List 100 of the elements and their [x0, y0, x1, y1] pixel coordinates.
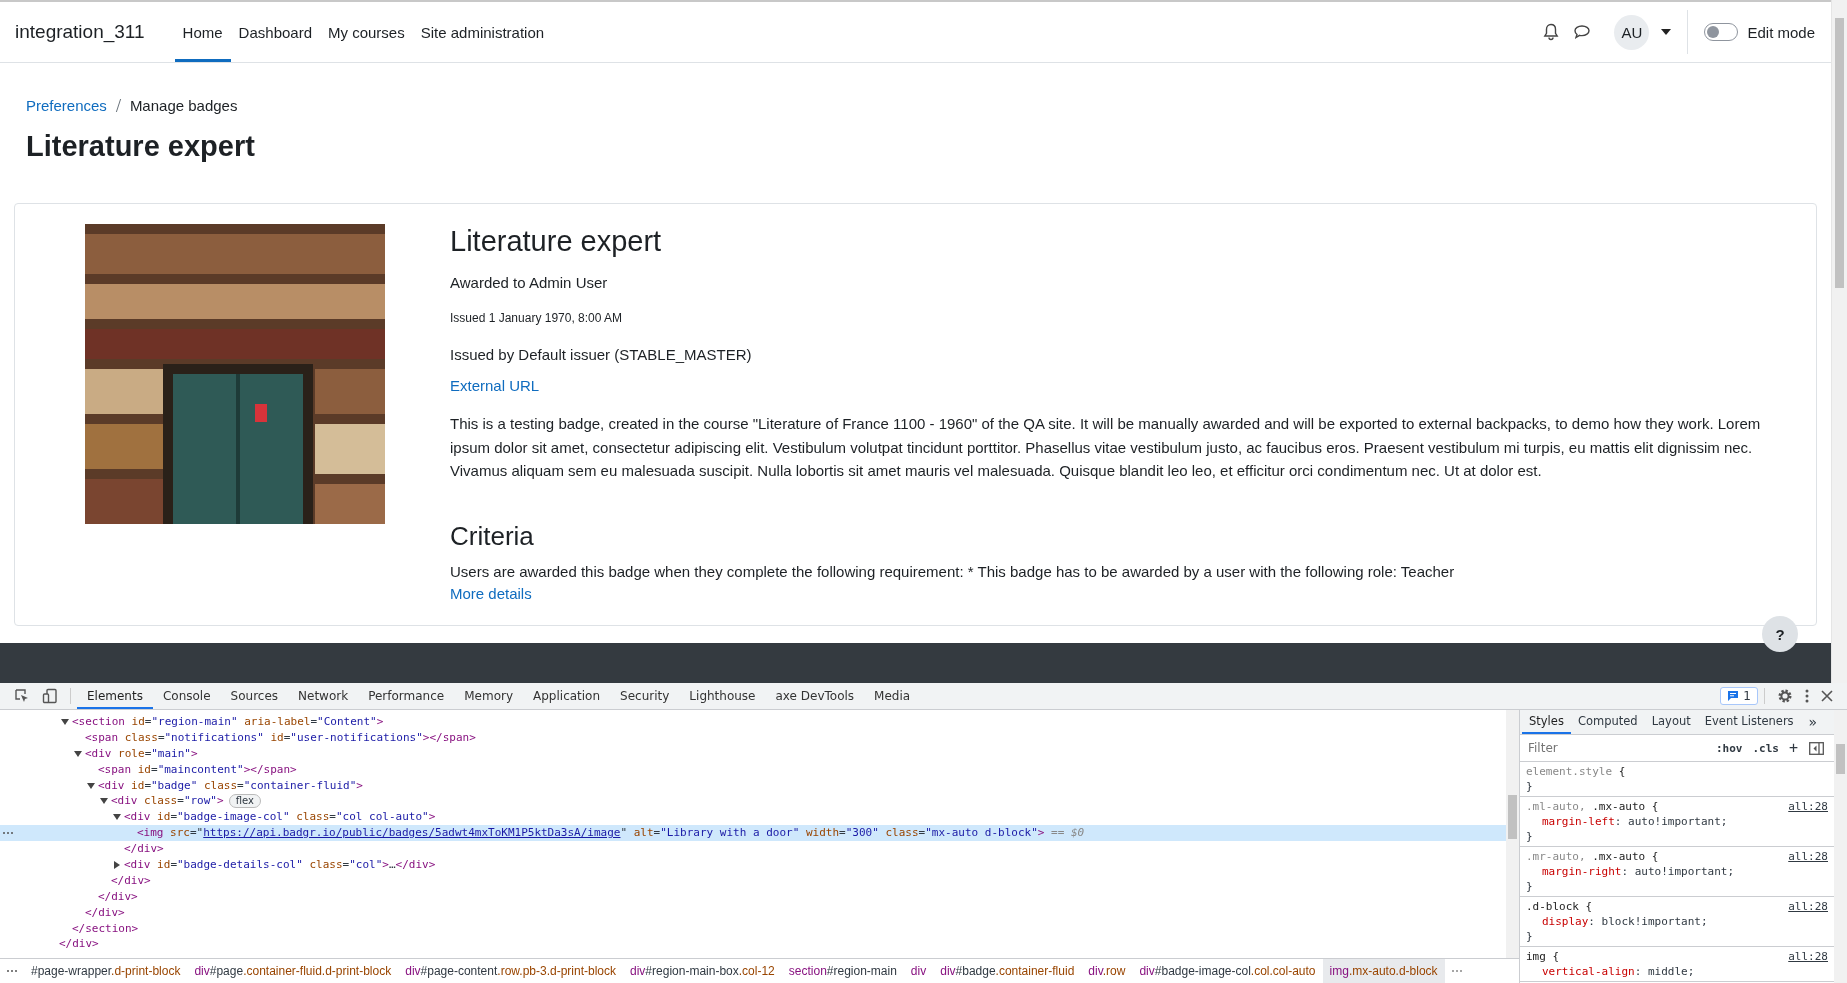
dom-breadcrumb[interactable]: div#badge.container-fluid [933, 959, 1082, 983]
dom-node-row[interactable]: </div> [0, 888, 1506, 905]
rule-brace: } [1526, 779, 1534, 794]
rule-brace: } [1526, 879, 1534, 894]
scrollbar[interactable] [1834, 710, 1847, 983]
dom-node-row[interactable]: <div id="badge-image-col" class="col col-auto"> [0, 809, 1506, 826]
external-url-link[interactable]: External URL [450, 375, 540, 397]
badge-description: This is a testing badge, created in the course "Literature of France 1100 - 1960" of the QA site. It will be manually awarded and will be exported to external backpacks, to demo how they work. Lorem ipsum dolor sit amet, consectetur adipiscing elit. Vestibulum volutpat tincidunt porttitor. Phasellus vitae vestibulum justo, ac faucibus eros. Praesent vestibulum mi turpis, eu mattis elit dignissim nec. Vivamus aliquam sem eu malesuada suscipit. Nulla lobortis sit amet mauris vel malesuada. Quisque blandit leo leo, et efficitur orci condimentum nec. Ut at dolor est. [450, 414, 1762, 481]
toggle-switch[interactable] [1704, 23, 1739, 41]
expand-triangle-icon[interactable] [87, 781, 95, 790]
user-avatar[interactable]: AU [1614, 14, 1650, 50]
awarded-to: Awarded to Admin User [450, 273, 608, 293]
styles-tab[interactable]: Layout [1644, 710, 1698, 734]
criteria-heading: Criteria [450, 520, 534, 551]
new-rule-button[interactable]: + [1788, 739, 1798, 757]
dom-breadcrumb[interactable]: section#region-main [781, 959, 904, 983]
dom-breadcrumb[interactable]: img.mx-auto.d-block [1322, 959, 1445, 983]
dom-node-row[interactable]: <div id="badge" class="container-fluid"> [0, 777, 1506, 794]
devtools-tab[interactable]: Sources [220, 683, 289, 709]
inspect-icon[interactable] [14, 688, 30, 704]
issues-badge[interactable]: 1 [1720, 687, 1758, 705]
dom-breadcrumb[interactable]: div#page.container-fluid.d-print-block [187, 959, 399, 983]
more-tabs-button[interactable]: » [1800, 710, 1826, 734]
rule-brace: } [1526, 929, 1534, 944]
nav-link[interactable]: Dashboard [230, 5, 320, 62]
breadcrumb-link[interactable]: Preferences [26, 96, 107, 114]
style-property: display: block!important; [1541, 914, 1709, 929]
styles-tab[interactable]: Event Listeners [1697, 710, 1801, 734]
devtools-tab[interactable]: Memory [454, 683, 523, 709]
expand-triangle-icon[interactable] [74, 749, 82, 758]
source-link[interactable]: all:28 [1788, 949, 1828, 964]
devtools-tab[interactable]: Lighthouse [679, 683, 766, 709]
styles-tab[interactable]: Computed [1570, 710, 1645, 734]
devtools-tab[interactable]: Elements [77, 683, 153, 709]
rule-brace: } [1526, 829, 1534, 844]
dom-node-row[interactable]: </section> [0, 920, 1506, 937]
scrollbar[interactable] [1831, 0, 1847, 683]
devtools-tab[interactable]: axe DevTools [765, 683, 865, 709]
expand-triangle-icon[interactable] [113, 860, 121, 869]
expand-triangle-icon[interactable] [61, 717, 69, 726]
rule-selector: .mr-auto, .mx-auto { [1526, 849, 1659, 864]
flex-badge[interactable]: flex [228, 794, 261, 809]
dom-node-row[interactable]: <section id="region-main" aria-label="Content"> [0, 714, 1506, 730]
dom-node-row[interactable]: </div> [0, 841, 1506, 857]
site-name[interactable]: integration_311 [15, 21, 145, 43]
dom-node-row[interactable]: <div class="row"> flex [0, 793, 1506, 810]
styles-tab[interactable]: Styles [1522, 710, 1571, 734]
dom-breadcrumb[interactable]: div#region-main-box.col-12 [623, 959, 782, 983]
more-icon[interactable] [2, 831, 14, 836]
bell-icon[interactable] [1543, 23, 1560, 41]
code-line: </section> [72, 920, 139, 937]
sidebar-toggle-icon[interactable] [1809, 741, 1824, 755]
more-icon[interactable] [1805, 689, 1809, 703]
nav-link[interactable]: Site administration [412, 5, 553, 62]
nav-link[interactable]: Home [174, 5, 231, 62]
dom-breadcrumb[interactable]: div#badge-image-col.col.col-auto [1132, 959, 1323, 983]
expand-triangle-icon[interactable] [113, 813, 121, 822]
devtools-tab[interactable]: Security [610, 683, 680, 709]
source-link[interactable]: all:28 [1788, 899, 1828, 914]
issued-date: Issued 1 January 1970, 8:00 AM [450, 310, 623, 327]
dom-node-row[interactable]: <span class="notifications" id="user-notifications"></span> [0, 729, 1506, 746]
chat-icon[interactable] [1573, 24, 1592, 40]
source-link[interactable]: all:28 [1788, 799, 1828, 814]
cls-button[interactable]: .cls [1752, 741, 1779, 755]
badge-title: Literature expert [450, 224, 662, 258]
rule-selector: .d-block { [1526, 899, 1593, 914]
dom-node-row[interactable]: <img src="https://api.badgr.io/public/badges/5adwt4mxToKM1P5ktDa3sA/image" alt="Library with a door" width="300" class="mx-auto d-block"> == $0 [0, 825, 1506, 842]
hov-button[interactable]: :hov [1715, 741, 1743, 755]
more-details-link[interactable]: More details [450, 582, 532, 605]
dom-node-row[interactable]: <span id="maincontent"></span> [0, 761, 1506, 778]
expand-triangle-icon[interactable] [100, 797, 108, 806]
device-icon[interactable] [42, 688, 58, 704]
dom-node-row[interactable]: </div> [0, 904, 1506, 921]
dom-node-row[interactable]: </div> [0, 936, 1506, 953]
nav-link[interactable]: My courses [320, 5, 413, 62]
devtools-tab[interactable]: Performance [358, 683, 455, 709]
dom-breadcrumb[interactable]: div [903, 959, 934, 983]
devtools-tab[interactable]: Media [864, 683, 921, 709]
style-property: vertical-align: middle; [1541, 964, 1696, 979]
caret-icon[interactable] [1661, 29, 1672, 35]
rule-selector: element.style { [1526, 764, 1626, 779]
close-icon[interactable] [1821, 690, 1833, 702]
help-button[interactable]: ? [1762, 616, 1798, 652]
scrollbar[interactable] [1506, 710, 1519, 958]
dom-breadcrumb[interactable]: div.row [1081, 959, 1133, 983]
dom-node-row[interactable]: <div role="main"> [0, 745, 1506, 762]
dom-breadcrumb[interactable]: div#page-content.row.pb-3.d-print-block [398, 959, 623, 983]
dom-breadcrumb[interactable]: #page-wrapper.d-print-block [24, 959, 188, 983]
code-line: <div id="badge-image-col" class="col col-auto"> [124, 809, 436, 826]
dom-node-row[interactable]: <div id="badge-details-col" class="col">…</div> [0, 857, 1506, 873]
devtools-tab[interactable]: Network [288, 683, 359, 709]
devtools-tab[interactable]: Console [152, 683, 221, 709]
dom-node-row[interactable]: </div> [0, 872, 1506, 889]
devtools-tab[interactable]: Application [523, 683, 611, 709]
more-icon[interactable] [6, 969, 18, 973]
code-line: <span id="maincontent"></span> [98, 761, 297, 778]
source-link[interactable]: all:28 [1788, 849, 1828, 864]
edit-mode-label: Edit mode [1747, 23, 1815, 41]
code-line: <div id="badge" class="container-fluid"> [98, 777, 363, 794]
settings-icon[interactable] [1777, 688, 1793, 704]
